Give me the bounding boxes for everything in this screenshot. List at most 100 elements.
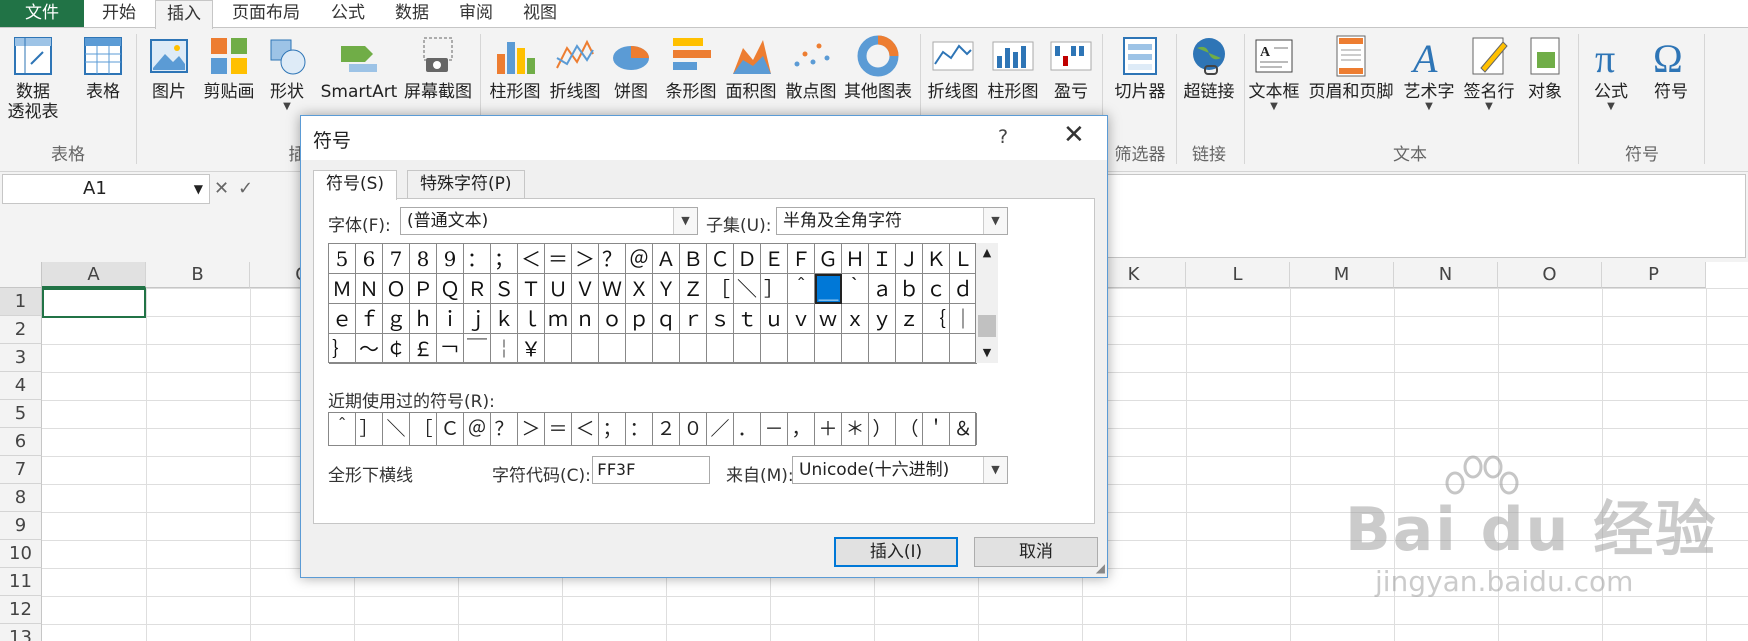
recent-symbol-cell[interactable]: Ｃ — [437, 413, 464, 445]
symbol-cell[interactable]: Ｏ — [383, 274, 410, 304]
sparkline-winloss-button[interactable]: 盈亏 — [1048, 34, 1094, 102]
formula-input[interactable] — [1080, 174, 1746, 258]
screenshot-button[interactable]: 屏幕截图 — [402, 34, 474, 102]
column-header[interactable]: N — [1394, 262, 1498, 288]
symbol-cell[interactable] — [599, 334, 626, 364]
tab-symbols[interactable]: 符号(S) — [313, 170, 398, 200]
symbol-cell[interactable] — [788, 334, 815, 364]
recent-symbol-cell[interactable]: ／ — [707, 413, 734, 445]
symbol-cell[interactable]: ｊ — [464, 304, 491, 334]
dialog-title-bar[interactable]: 符号 ? ✕ — [301, 116, 1107, 160]
symbol-cell[interactable]: Ｍ — [329, 274, 356, 304]
scrollbar-thumb[interactable] — [978, 315, 996, 337]
symbol-cell[interactable]: ： — [464, 244, 491, 274]
symbol-cell[interactable]: ｛ — [923, 304, 950, 334]
symbol-cell[interactable] — [869, 334, 896, 364]
tab-page-layout[interactable]: 页面布局 — [222, 0, 310, 28]
symbol-cell[interactable]: ＾ — [788, 274, 815, 304]
symbol-cell[interactable]: ［ — [707, 274, 734, 304]
symbol-cell[interactable]: 5 — [329, 244, 356, 274]
recent-symbol-cell[interactable]: ＾ — [329, 413, 356, 445]
symbol-cell[interactable]: 8 — [410, 244, 437, 274]
recent-symbol-cell[interactable]: ＼ — [383, 413, 410, 445]
column-header[interactable]: O — [1498, 262, 1602, 288]
symbol-cell[interactable]: ＜ — [518, 244, 545, 274]
row-header[interactable]: 6 — [0, 428, 42, 456]
tab-file[interactable]: 文件 — [0, 0, 84, 28]
symbol-cell[interactable]: Ｌ — [950, 244, 977, 274]
row-header[interactable]: 9 — [0, 512, 42, 540]
symbol-cell[interactable]: Ｉ — [869, 244, 896, 274]
recent-symbol-cell[interactable]: ＠ — [464, 413, 491, 445]
symbol-cell[interactable]: ￠ — [383, 334, 410, 364]
symbol-cell[interactable]: ￡ — [410, 334, 437, 364]
symbol-cell[interactable]: ｕ — [761, 304, 788, 334]
symbol-cell[interactable] — [923, 334, 950, 364]
chevron-down-icon[interactable]: ▼ — [983, 457, 1007, 483]
row-header[interactable]: 12 — [0, 596, 42, 624]
row-header[interactable]: 4 — [0, 372, 42, 400]
symbol-cell[interactable]: ￢ — [437, 334, 464, 364]
recent-symbol-cell[interactable]: － — [761, 413, 788, 445]
symbol-cell[interactable]: ＝ — [545, 244, 572, 274]
name-box[interactable]: A1 ▼ — [2, 174, 210, 204]
column-header[interactable]: L — [1186, 262, 1290, 288]
symbol-cell[interactable]: ｎ — [572, 304, 599, 334]
symbol-cell[interactable]: ｔ — [734, 304, 761, 334]
recent-symbol-cell[interactable]: ＜ — [572, 413, 599, 445]
symbol-cell[interactable]: Ｊ — [896, 244, 923, 274]
symbol-grid-scrollbar[interactable]: ▲ ▼ — [976, 243, 998, 363]
symbol-cell[interactable]: ｋ — [491, 304, 518, 334]
tab-special-characters[interactable]: 特殊字符(P) — [407, 170, 525, 198]
symbol-cell[interactable] — [680, 334, 707, 364]
symbol-cell[interactable]: Ｆ — [788, 244, 815, 274]
row-header[interactable]: 8 — [0, 484, 42, 512]
symbol-cell[interactable]: ｓ — [707, 304, 734, 334]
cancel-formula-icon[interactable]: ✕ — [214, 178, 229, 199]
picture-button[interactable]: 图片 — [146, 34, 192, 102]
object-button[interactable]: 对象 — [1520, 34, 1570, 102]
symbol-cell[interactable]: Ｚ — [680, 274, 707, 304]
recent-symbol-cell[interactable]: ＞ — [518, 413, 545, 445]
symbol-cell[interactable]: ｇ — [383, 304, 410, 334]
symbol-cell[interactable]: ｌ — [518, 304, 545, 334]
smartart-button[interactable]: SmartArt — [318, 34, 400, 102]
symbol-cell[interactable]: ｖ — [788, 304, 815, 334]
recent-symbol-cell[interactable]: ＊ — [842, 413, 869, 445]
sparkline-column-button[interactable]: 柱形图 — [984, 34, 1042, 102]
symbol-cell[interactable]: Ｄ — [734, 244, 761, 274]
chevron-down-icon[interactable]: ▼ — [673, 208, 697, 234]
recent-symbols[interactable]: ＾ ］ ＼ ［ Ｃ ＠？＞＝＜；： ２ ０ ／．－，＋＊）（＇＆ — [328, 412, 977, 446]
char-code-input[interactable]: FF3F — [592, 456, 710, 484]
recent-symbol-cell[interactable]: ＝ — [545, 413, 572, 445]
recent-symbol-cell[interactable]: ． — [734, 413, 761, 445]
close-icon[interactable]: ✕ — [1063, 120, 1085, 150]
recent-symbol-cell[interactable]: ＋ — [815, 413, 842, 445]
symbol-cell[interactable]: ～ — [356, 334, 383, 364]
symbol-cell[interactable] — [626, 334, 653, 364]
recent-symbol-cell[interactable]: ０ — [680, 413, 707, 445]
symbol-cell[interactable]: Ｗ — [599, 274, 626, 304]
area-chart-button[interactable]: 面积图 — [722, 34, 780, 102]
symbol-cell[interactable] — [572, 334, 599, 364]
recent-symbol-cell[interactable]: ］ — [356, 413, 383, 445]
resize-grip-icon[interactable]: ◢ — [1096, 561, 1105, 575]
column-header[interactable]: P — [1602, 262, 1706, 288]
recent-symbol-cell[interactable]: ＇ — [923, 413, 950, 445]
chevron-down-icon[interactable]: ▼ — [194, 175, 203, 203]
line-chart-button[interactable]: 折线图 — [546, 34, 604, 102]
symbol-cell[interactable] — [842, 334, 869, 364]
signature-line-button[interactable]: 签名行 ▼ — [1460, 34, 1518, 112]
row-header[interactable]: 13 — [0, 624, 42, 641]
symbol-cell[interactable] — [761, 334, 788, 364]
symbol-cell[interactable]: ￥ — [518, 334, 545, 364]
tab-insert[interactable]: 插入 — [155, 0, 213, 29]
symbol-cell[interactable]: ？ — [599, 244, 626, 274]
symbol-cell[interactable]: Ｂ — [680, 244, 707, 274]
symbol-cell[interactable] — [653, 334, 680, 364]
scatter-chart-button[interactable]: 散点图 — [782, 34, 840, 102]
symbol-cell[interactable]: ｘ — [842, 304, 869, 334]
symbol-cell[interactable]: ｒ — [680, 304, 707, 334]
symbol-cell[interactable]: Ｒ — [464, 274, 491, 304]
symbol-button[interactable]: Ω 符号 — [1646, 34, 1696, 102]
